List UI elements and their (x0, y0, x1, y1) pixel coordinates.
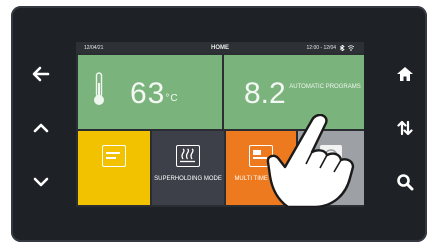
swap-button[interactable] (391, 114, 419, 142)
scroll-up-button[interactable] (27, 114, 55, 142)
search-icon (397, 174, 414, 191)
superholding-mode-label: SUPERHOLDING MODE (154, 176, 222, 182)
touch-screen: 12/04/21 HOME 12:00 - 12/04 63°C 8.2 AUT… (76, 42, 364, 207)
auto-value: 8.2 (244, 77, 286, 110)
wifi-icon (348, 44, 354, 51)
steam-icon (176, 145, 200, 167)
status-time: 12:00 - 12/04 (306, 44, 336, 51)
home-button[interactable] (391, 60, 419, 88)
oven-tray-icon (102, 145, 126, 167)
superholding-mode-tile[interactable]: SUPERHOLDING MODE (152, 131, 224, 205)
automatic-programs-label: AUTOMATIC PROGRAMS (289, 84, 361, 90)
status-bar: 12/04/21 HOME 12:00 - 12/04 (76, 42, 364, 53)
thermometer-icon (94, 72, 104, 105)
temperature-value: 63°C (130, 77, 179, 111)
arrow-left-icon (32, 66, 50, 82)
pointing-hand-icon (266, 114, 355, 207)
chevron-down-icon (33, 177, 49, 187)
scroll-down-button[interactable] (27, 168, 55, 196)
yellow-mode-tile[interactable] (78, 131, 150, 205)
chevron-up-icon (33, 123, 49, 133)
search-button[interactable] (391, 168, 419, 196)
status-right: 12:00 - 12/04 (306, 44, 354, 51)
swap-arrows-icon (397, 120, 413, 136)
temperature-tile[interactable]: 63°C (78, 55, 222, 129)
bluetooth-icon (339, 44, 345, 51)
temperature-number: 63 (130, 77, 166, 110)
home-icon (397, 67, 413, 81)
back-button[interactable] (27, 60, 55, 88)
temperature-unit: °C (165, 93, 179, 104)
